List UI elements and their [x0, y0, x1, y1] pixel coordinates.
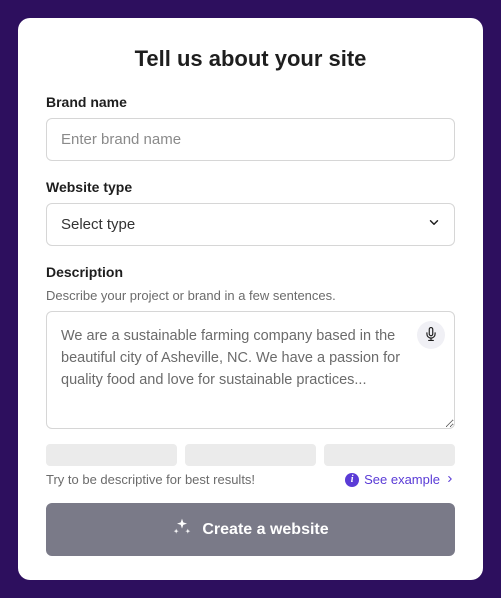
website-type-field: Website type Select type: [46, 179, 455, 246]
microphone-button[interactable]: [417, 321, 445, 349]
description-textarea[interactable]: [46, 311, 455, 429]
chevron-right-icon: [445, 473, 455, 487]
description-textarea-wrap: [46, 311, 455, 434]
descriptive-hint: Try to be descriptive for best results!: [46, 472, 255, 487]
brand-name-input[interactable]: [46, 118, 455, 161]
microphone-icon: [424, 327, 438, 344]
skeleton-chip: [324, 444, 455, 466]
brand-name-field: Brand name: [46, 94, 455, 161]
see-example-text: See example: [364, 472, 440, 487]
description-help: Describe your project or brand in a few …: [46, 288, 455, 303]
skeleton-chip: [46, 444, 177, 466]
suggestion-placeholders: [46, 444, 455, 466]
see-example-link[interactable]: i See example: [345, 472, 455, 487]
create-website-label: Create a website: [202, 521, 328, 539]
description-field: Description Describe your project or bra…: [46, 264, 455, 434]
create-website-button[interactable]: Create a website: [46, 503, 455, 556]
sparkle-icon: [172, 517, 192, 542]
form-card: Tell us about your site Brand name Websi…: [18, 18, 483, 580]
hint-row: Try to be descriptive for best results! …: [46, 472, 455, 487]
website-type-select-wrap: Select type: [46, 203, 455, 246]
brand-name-label: Brand name: [46, 94, 455, 110]
skeleton-chip: [185, 444, 316, 466]
website-type-label: Website type: [46, 179, 455, 195]
website-type-select[interactable]: Select type: [46, 203, 455, 246]
description-label: Description: [46, 264, 455, 280]
info-icon: i: [345, 473, 359, 487]
page-title: Tell us about your site: [46, 46, 455, 72]
website-type-selected: Select type: [61, 216, 135, 233]
